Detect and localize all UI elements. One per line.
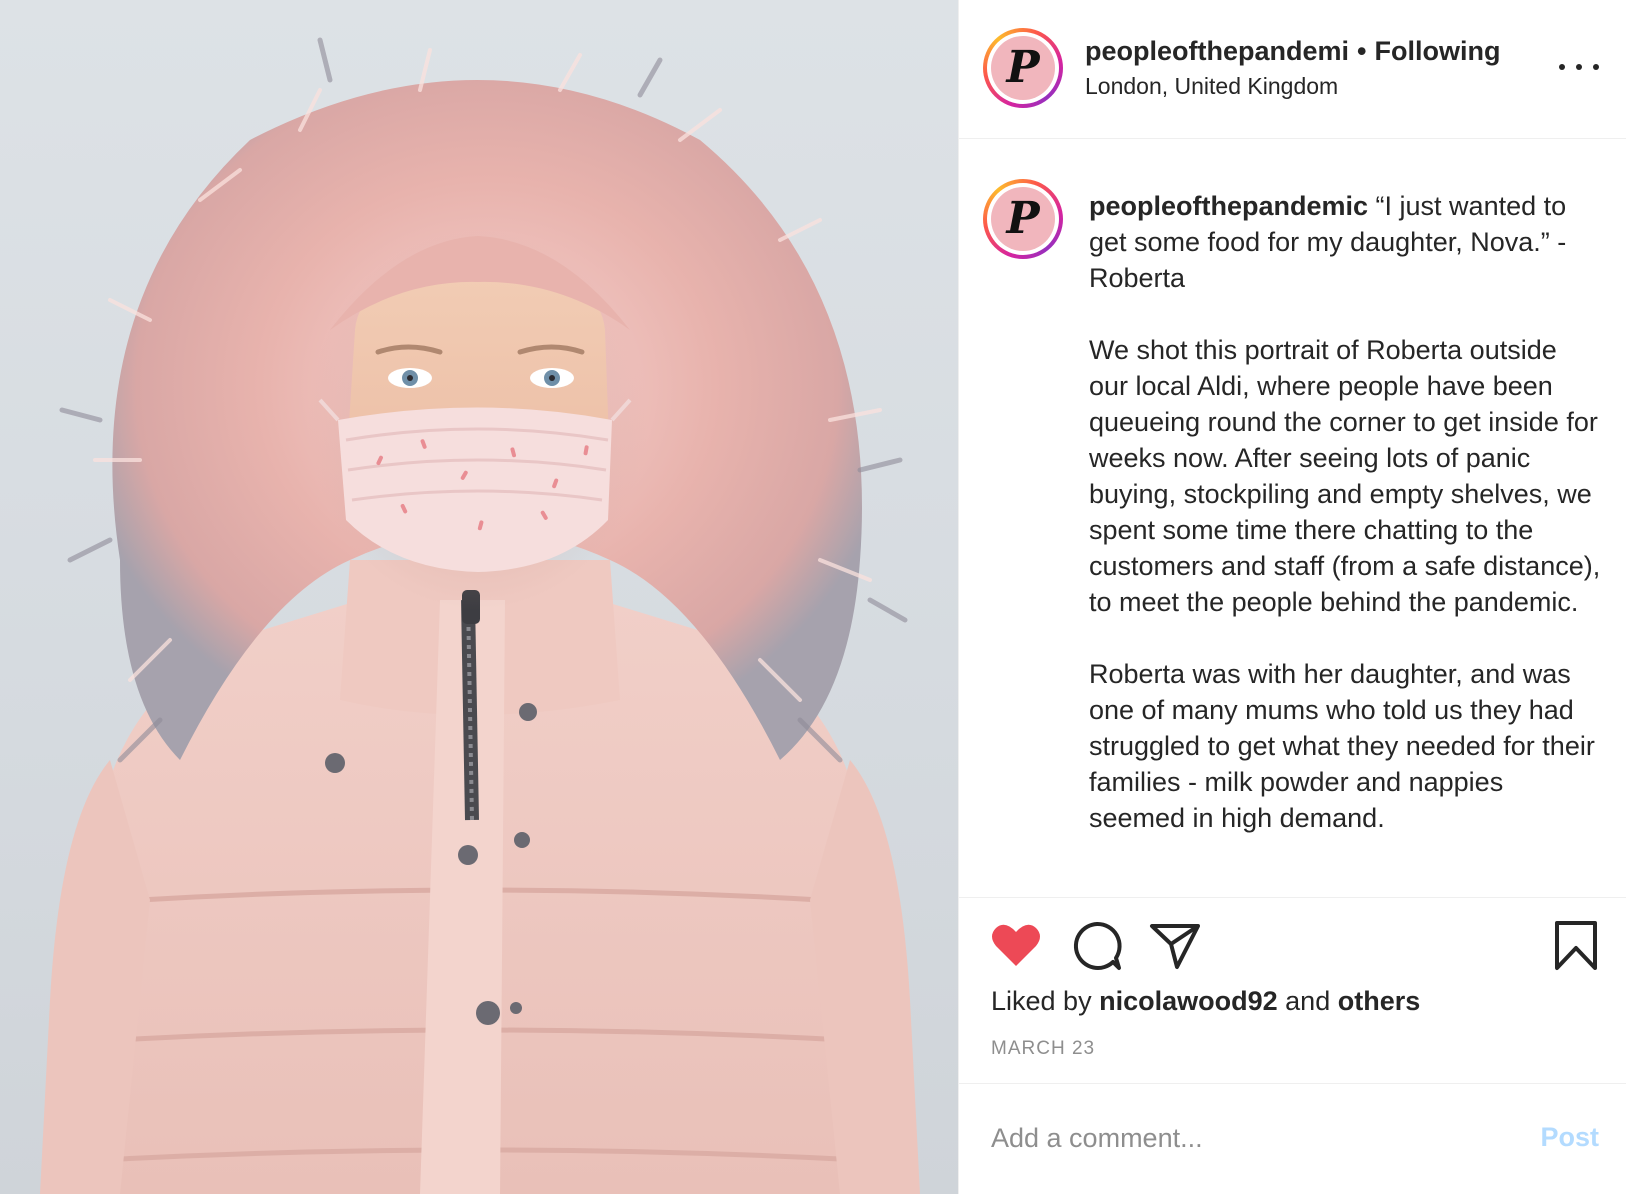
separator-dot: •	[1357, 36, 1367, 66]
more-options-icon[interactable]	[1559, 52, 1599, 82]
post-comment-button[interactable]: Post	[1540, 1122, 1599, 1153]
following-button[interactable]: Following	[1374, 36, 1500, 67]
caption-username[interactable]: peopleofthepandemic	[1089, 191, 1368, 221]
caption-paragraph: Roberta was with her daughter, and was o…	[1089, 659, 1595, 833]
caption-text: peopleofthepandemic “I just wanted to ge…	[1089, 188, 1601, 836]
caption-avatar[interactable]: P	[983, 179, 1063, 259]
instagram-post: P peopleofthepandemi • Following London,…	[0, 0, 1626, 1194]
header-text: peopleofthepandemi • Following London, U…	[1085, 36, 1555, 100]
portrait-photo	[40, 37, 920, 1194]
post-date[interactable]: MARCH 23	[991, 1038, 1095, 1060]
comment-icon[interactable]	[1071, 920, 1123, 977]
post-photo[interactable]	[0, 0, 958, 1194]
bookmark-icon[interactable]	[1553, 920, 1599, 977]
caption-section: P peopleofthepandemic “I just wanted to …	[959, 139, 1626, 898]
post-header: P peopleofthepandemi • Following London,…	[959, 0, 1626, 139]
post-sidebar: P peopleofthepandemi • Following London,…	[958, 0, 1626, 1194]
caption-paragraph: We shot this portrait of Roberta outside…	[1089, 335, 1601, 617]
comment-input[interactable]	[991, 1118, 1511, 1158]
comment-box: Post	[959, 1084, 1626, 1194]
others-link[interactable]: others	[1338, 986, 1421, 1016]
likes-summary: Liked by nicolawood92 and others	[991, 986, 1421, 1016]
avatar-letter: P	[991, 187, 1055, 251]
avatar-letter: P	[991, 36, 1055, 100]
heart-icon[interactable]	[991, 922, 1041, 973]
post-actions: Liked by nicolawood92 and others MARCH 2…	[959, 898, 1626, 1084]
header-username[interactable]: peopleofthepandemi	[1085, 36, 1349, 67]
liked-by-user-link[interactable]: nicolawood92	[1099, 986, 1278, 1016]
location-link[interactable]: London, United Kingdom	[1085, 73, 1555, 100]
share-icon[interactable]	[1149, 922, 1201, 975]
profile-avatar[interactable]: P	[983, 28, 1063, 108]
